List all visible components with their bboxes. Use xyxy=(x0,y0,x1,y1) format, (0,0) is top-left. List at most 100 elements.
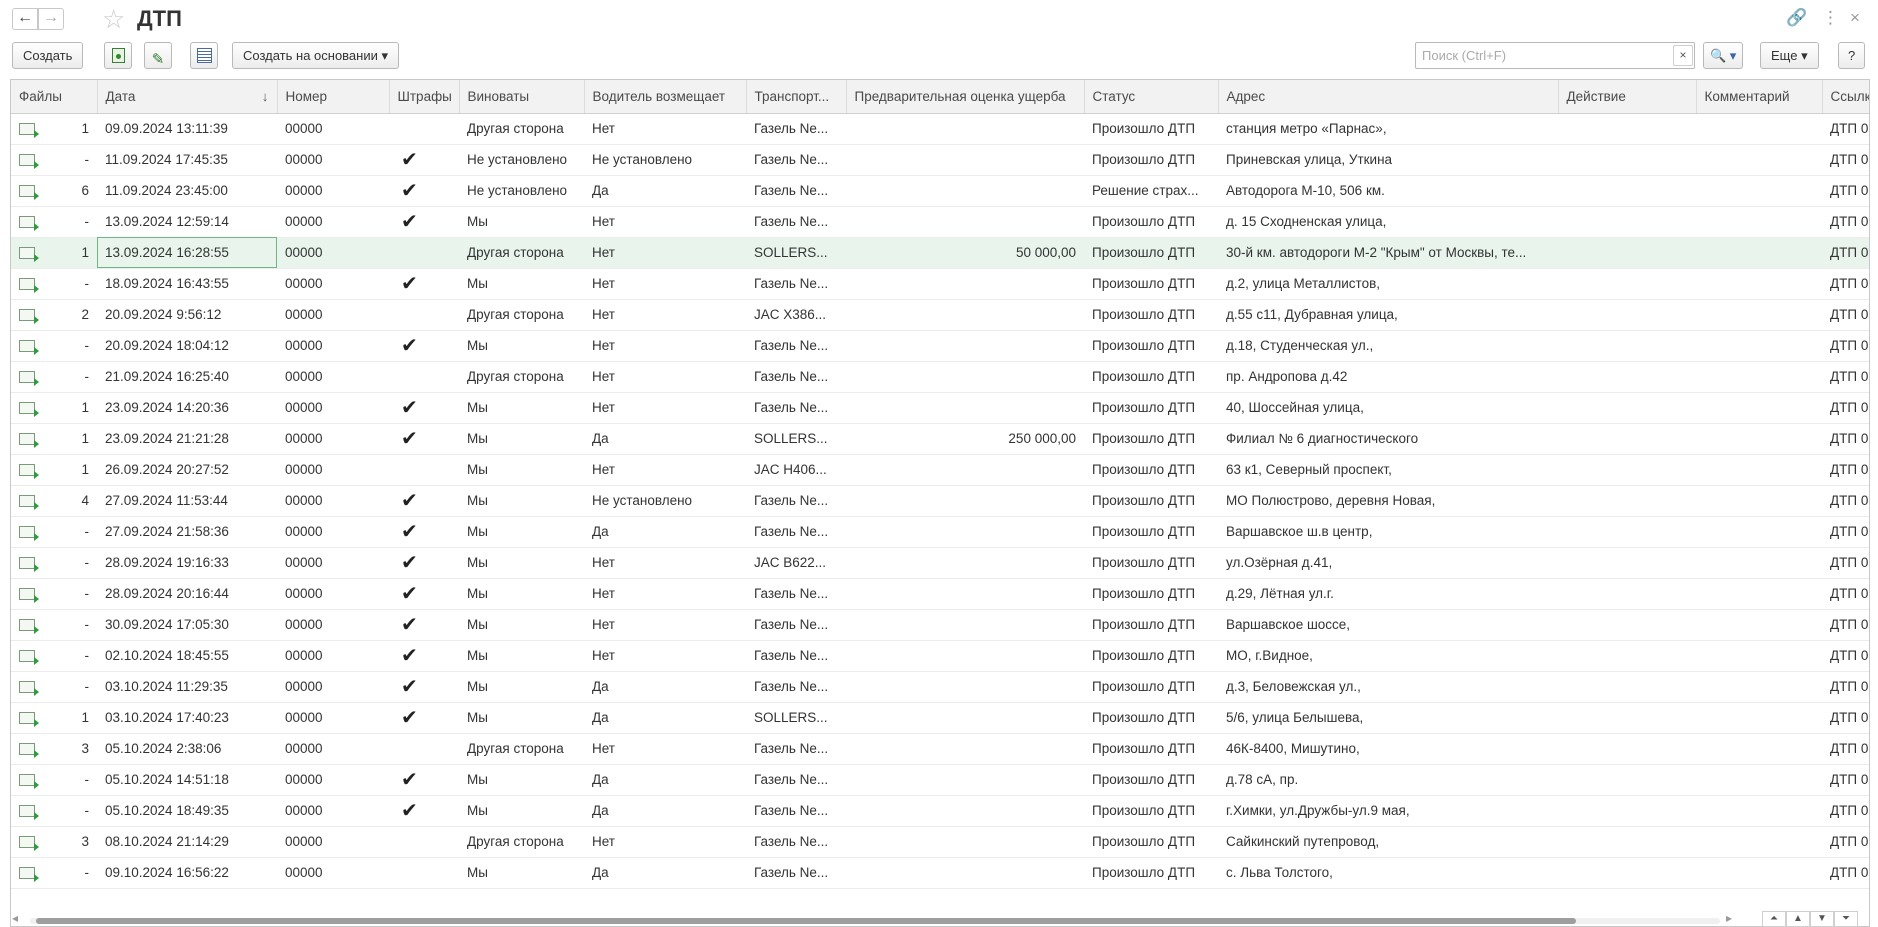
date-cell[interactable]: 11.09.2024 17:45:35 xyxy=(97,144,277,176)
transport-cell[interactable]: Газель Ne... xyxy=(746,485,846,517)
driver-compensates-cell[interactable]: Нет xyxy=(584,268,746,300)
guilty-cell[interactable]: Мы xyxy=(459,547,584,579)
date-cell[interactable]: 05.10.2024 2:38:06 xyxy=(97,733,277,765)
attachment-icon[interactable] xyxy=(19,154,39,170)
comment-cell[interactable] xyxy=(1696,857,1822,889)
address-cell[interactable]: 46К-8400, Мишутино, xyxy=(1218,733,1558,765)
table-row[interactable]: 4 27.09.2024 11:53:44 00000 ✔ Мы Не установле… xyxy=(11,485,1869,517)
damage-estimate-cell[interactable] xyxy=(846,299,1084,331)
date-cell[interactable]: 20.09.2024 18:04:12 xyxy=(97,330,277,362)
number-cell[interactable]: 00000 xyxy=(277,268,389,300)
transport-cell[interactable]: JAC B622... xyxy=(746,547,846,579)
date-cell[interactable]: 03.10.2024 17:40:23 xyxy=(97,702,277,734)
driver-compensates-cell[interactable]: Да xyxy=(584,175,746,207)
guilty-cell[interactable]: Мы xyxy=(459,702,584,734)
damage-estimate-cell[interactable] xyxy=(846,609,1084,641)
comment-cell[interactable] xyxy=(1696,113,1822,145)
files-cell[interactable]: - xyxy=(11,764,97,796)
attachment-icon[interactable] xyxy=(19,309,39,325)
fines-cell[interactable]: ✔ xyxy=(389,485,459,517)
address-cell[interactable]: с. Льва Толстого, xyxy=(1218,857,1558,889)
column-header-driver-compensates[interactable]: Водитель возмещает xyxy=(584,80,747,114)
fines-cell[interactable] xyxy=(389,361,459,393)
driver-compensates-cell[interactable]: Да xyxy=(584,764,746,796)
comment-cell[interactable] xyxy=(1696,671,1822,703)
fines-cell[interactable] xyxy=(389,454,459,486)
damage-estimate-cell[interactable] xyxy=(846,330,1084,362)
guilty-cell[interactable]: Другая сторона xyxy=(459,733,584,765)
horizontal-scrollbar-thumb[interactable] xyxy=(36,918,1576,924)
table-row[interactable]: 3 05.10.2024 2:38:06 00000 Другая сторона Не… xyxy=(11,733,1869,765)
files-cell[interactable]: 1 xyxy=(11,237,97,269)
link-cell[interactable]: ДТП 0( xyxy=(1822,392,1869,424)
table-row[interactable]: -21.09.2024 16:25:40 00000 Другая сторона Н… xyxy=(11,361,1869,393)
status-cell[interactable]: Произошло ДТП xyxy=(1084,671,1218,703)
link-cell[interactable]: ДТП 0( xyxy=(1822,733,1869,765)
link-cell[interactable]: ДТП 0( xyxy=(1822,113,1869,145)
address-cell[interactable]: Варшавское шоссе, xyxy=(1218,609,1558,641)
attachment-icon[interactable] xyxy=(19,588,39,604)
status-cell[interactable]: Произошло ДТП xyxy=(1084,702,1218,734)
table-row[interactable]: -05.10.2024 18:49:35 00000 ✔ Мы Да Газель Ne.… xyxy=(11,795,1869,827)
comment-cell[interactable] xyxy=(1696,423,1822,455)
fines-cell[interactable]: ✔ xyxy=(389,516,459,548)
number-cell[interactable]: 00000 xyxy=(277,609,389,641)
damage-estimate-cell[interactable] xyxy=(846,578,1084,610)
link-cell[interactable]: ДТП 0( xyxy=(1822,268,1869,300)
number-cell[interactable]: 00000 xyxy=(277,733,389,765)
action-cell[interactable] xyxy=(1558,392,1696,424)
guilty-cell[interactable]: Мы xyxy=(459,857,584,889)
favorite-star-icon[interactable]: ☆ xyxy=(102,4,125,35)
files-cell[interactable]: - xyxy=(11,206,97,238)
action-cell[interactable] xyxy=(1558,113,1696,145)
attachment-icon[interactable] xyxy=(19,402,39,418)
action-cell[interactable] xyxy=(1558,454,1696,486)
fines-cell[interactable]: ✔ xyxy=(389,268,459,300)
table-row[interactable]: 1 26.09.2024 20:27:52 00000 Мы Нет JAC H406..… xyxy=(11,454,1869,486)
files-cell[interactable]: - xyxy=(11,144,97,176)
link-cell[interactable]: ДТП 0( xyxy=(1822,764,1869,796)
files-cell[interactable]: - xyxy=(11,609,97,641)
files-cell[interactable]: - xyxy=(11,516,97,548)
action-cell[interactable] xyxy=(1558,826,1696,858)
guilty-cell[interactable]: Мы xyxy=(459,795,584,827)
link-cell[interactable]: ДТП 0( xyxy=(1822,640,1869,672)
number-cell[interactable]: 00000 xyxy=(277,826,389,858)
driver-compensates-cell[interactable]: Нет xyxy=(584,640,746,672)
driver-compensates-cell[interactable]: Нет xyxy=(584,330,746,362)
transport-cell[interactable]: SOLLERS... xyxy=(746,702,846,734)
transport-cell[interactable]: Газель Ne... xyxy=(746,268,846,300)
address-cell[interactable]: 30-й км. автодороги М-2 "Крым" от Москвы… xyxy=(1218,237,1558,269)
report-button[interactable] xyxy=(190,42,218,69)
comment-cell[interactable] xyxy=(1696,268,1822,300)
damage-estimate-cell[interactable] xyxy=(846,547,1084,579)
action-cell[interactable] xyxy=(1558,237,1696,269)
guilty-cell[interactable]: Мы xyxy=(459,330,584,362)
action-cell[interactable] xyxy=(1558,144,1696,176)
table-row[interactable]: -11.09.2024 17:45:35 00000 ✔ Не установлено… xyxy=(11,144,1869,176)
date-cell[interactable]: 05.10.2024 18:49:35 xyxy=(97,795,277,827)
address-cell[interactable]: станция метро «Парнас», xyxy=(1218,113,1558,145)
fines-cell[interactable]: ✔ xyxy=(389,392,459,424)
damage-estimate-cell[interactable] xyxy=(846,733,1084,765)
attachment-icon[interactable] xyxy=(19,712,39,728)
status-cell[interactable]: Произошло ДТП xyxy=(1084,423,1218,455)
table-row[interactable]: -27.09.2024 21:58:36 00000 ✔ Мы Да Газель Ne.… xyxy=(11,516,1869,548)
scroll-to-bottom-button[interactable]: ⏷ xyxy=(1834,911,1858,927)
driver-compensates-cell[interactable]: Нет xyxy=(584,733,746,765)
attachment-icon[interactable] xyxy=(19,526,39,542)
fines-cell[interactable]: ✔ xyxy=(389,423,459,455)
attachment-icon[interactable] xyxy=(19,278,39,294)
status-cell[interactable]: Произошло ДТП xyxy=(1084,206,1218,238)
transport-cell[interactable]: Газель Ne... xyxy=(746,671,846,703)
scroll-left-arrow[interactable]: ◂ xyxy=(12,911,18,925)
more-vertical-icon[interactable]: ⋮ xyxy=(1822,8,1839,28)
comment-cell[interactable] xyxy=(1696,454,1822,486)
driver-compensates-cell[interactable]: Да xyxy=(584,795,746,827)
number-cell[interactable]: 00000 xyxy=(277,578,389,610)
files-cell[interactable]: - xyxy=(11,640,97,672)
attachment-icon[interactable] xyxy=(19,464,39,480)
status-cell[interactable]: Произошло ДТП xyxy=(1084,392,1218,424)
damage-estimate-cell[interactable] xyxy=(846,857,1084,889)
attachment-icon[interactable] xyxy=(19,495,39,511)
